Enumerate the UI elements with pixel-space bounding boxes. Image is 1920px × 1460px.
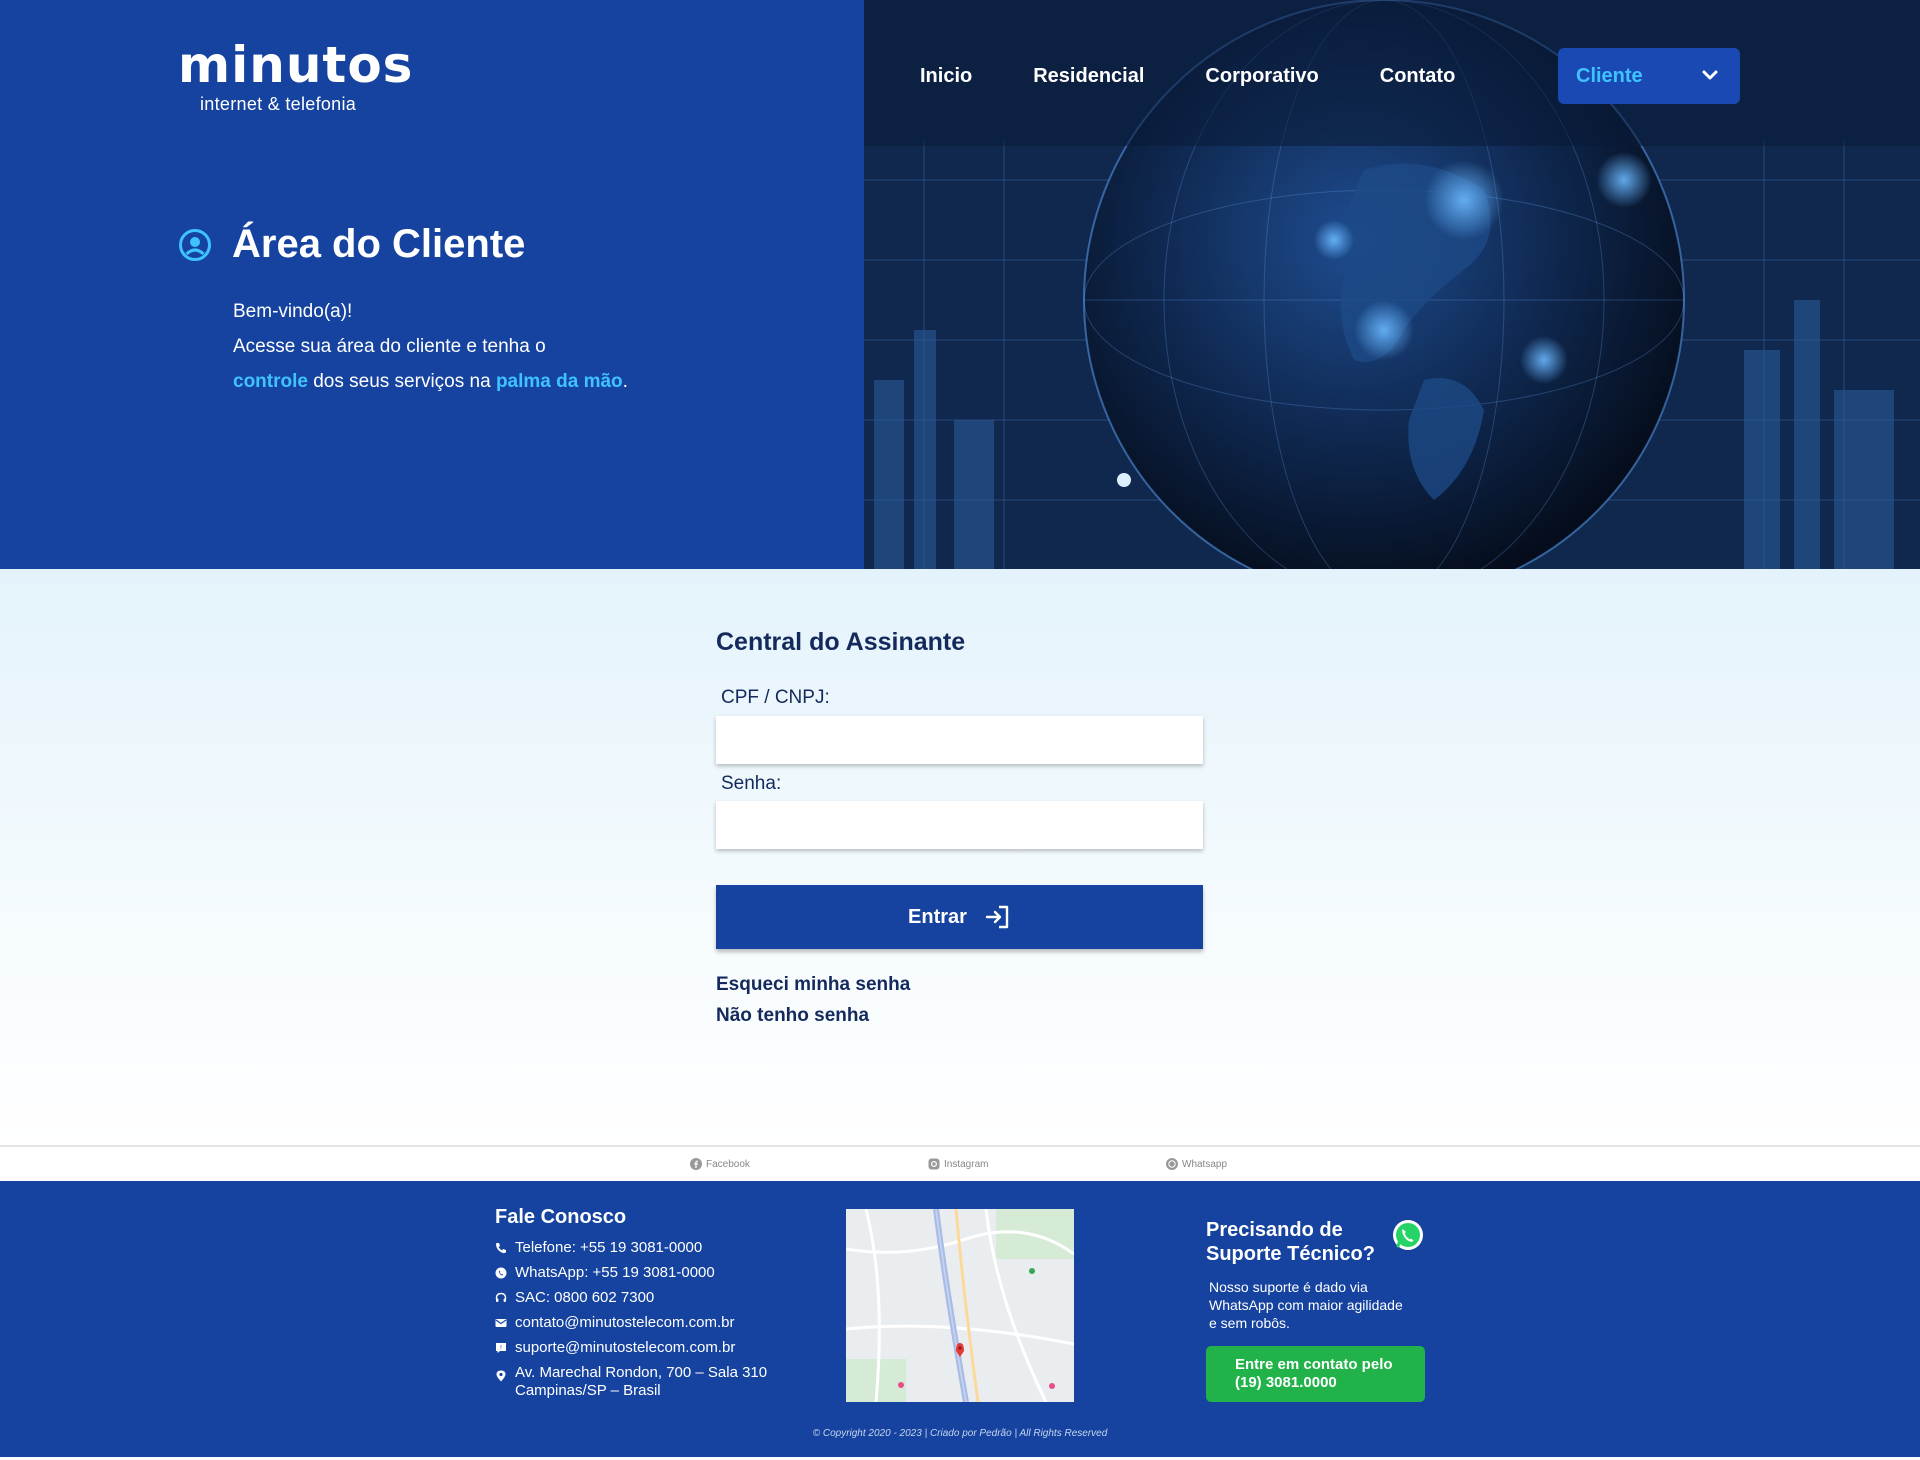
entrar-button-label: Entrar: [908, 905, 967, 928]
instagram-label: Instagram: [944, 1158, 989, 1170]
phone-icon: [495, 1243, 506, 1254]
support-chat-icon: !: [496, 1343, 506, 1353]
social-instagram[interactable]: Instagram: [928, 1158, 988, 1170]
support-contact-button[interactable]: Entre em contato pelo (19) 3081.0000: [1206, 1346, 1425, 1402]
forgot-password-link[interactable]: Esqueci minha senha: [716, 974, 910, 996]
brand-logo[interactable]: minutos internet & telefonia: [178, 36, 412, 120]
highlight-palma: palma da mão: [495, 371, 623, 392]
contact-phone-text: Telefone: +55 19 3081-0000: [515, 1239, 703, 1256]
login-arrow-icon: [985, 905, 1009, 929]
headset-icon: [495, 1292, 507, 1302]
support-button-line-1: Entre em contato pelo: [1235, 1356, 1393, 1373]
whatsapp-label: Whatsapp: [1182, 1158, 1228, 1170]
login-title: Central do Assinante: [716, 628, 966, 656]
contact-phone[interactable]: Telefone: +55 19 3081-0000: [495, 1239, 767, 1264]
nav-link-corporativo[interactable]: Corporativo: [1205, 65, 1318, 88]
social-whatsapp[interactable]: Whatsapp: [1166, 1158, 1227, 1170]
map-pin-icon: [496, 1370, 506, 1382]
contact-list: Telefone: +55 19 3081-0000 WhatsApp: +55…: [495, 1239, 767, 1404]
login-section: Central do Assinante CPF / CNPJ: Senha: …: [0, 569, 1920, 1145]
cliente-dropdown-label: Cliente: [1576, 64, 1643, 87]
logo-tagline: internet & telefonia: [200, 94, 357, 114]
user-circle-icon: [179, 228, 211, 261]
contact-email[interactable]: contato@minutostelecom.com.br: [495, 1314, 767, 1339]
entrar-button[interactable]: Entrar: [716, 885, 1203, 949]
location-map[interactable]: [846, 1209, 1074, 1402]
cpf-input[interactable]: [716, 716, 1203, 764]
support-title-line-2: Suporte Técnico?: [1206, 1243, 1375, 1265]
footer: Fale Conosco Telefone: +55 19 3081-0000 …: [0, 1181, 1920, 1460]
hero-line-mid: dos seus serviços na: [307, 371, 496, 392]
hero-line-welcome: Bem-vindo(a)!: [233, 301, 353, 322]
contact-address[interactable]: Av. Marechal Rondon, 700 – Sala 310 Camp…: [495, 1364, 767, 1404]
whatsapp-icon: [1166, 1158, 1178, 1170]
contact-sac-text: SAC: 0800 602 7300: [515, 1289, 655, 1306]
hero-line-end: .: [622, 371, 628, 392]
contact-whatsapp[interactable]: WhatsApp: +55 19 3081-0000: [495, 1264, 767, 1289]
address-line-2: Campinas/SP – Brasil: [515, 1382, 661, 1399]
address-line-1: Av. Marechal Rondon, 700 – Sala 310: [515, 1364, 768, 1381]
support-email-text: suporte@minutostelecom.com.br: [515, 1339, 736, 1356]
instagram-icon: [928, 1158, 940, 1170]
support-title: Precisando de Suporte Técnico?: [1206, 1218, 1375, 1266]
facebook-icon: [690, 1158, 702, 1170]
cliente-dropdown[interactable]: Cliente: [1558, 48, 1740, 104]
mail-icon: [495, 1319, 507, 1327]
support-title-line-1: Precisando de: [1206, 1219, 1343, 1241]
svg-text:!: !: [500, 1345, 502, 1352]
contact-whatsapp-text: WhatsApp: +55 19 3081-0000: [515, 1264, 715, 1281]
logo-wordmark: minutos: [178, 36, 414, 94]
senha-label: Senha:: [721, 773, 782, 794]
contact-sac[interactable]: SAC: 0800 602 7300: [495, 1289, 767, 1314]
hero-section: minutos internet & telefonia Inicio Resi…: [0, 0, 1920, 569]
support-button-line-2: (19) 3081.0000: [1235, 1374, 1337, 1391]
support-email[interactable]: ! suporte@minutostelecom.com.br: [495, 1339, 767, 1364]
page-title: Área do Cliente: [232, 222, 526, 266]
chevron-down-icon: [1702, 70, 1718, 80]
contact-title: Fale Conosco: [495, 1206, 627, 1228]
social-facebook[interactable]: Facebook: [690, 1158, 750, 1170]
nav-link-residencial[interactable]: Residencial: [1033, 65, 1144, 88]
senha-input[interactable]: [716, 801, 1203, 849]
contact-email-text: contato@minutostelecom.com.br: [515, 1314, 735, 1331]
hero-title-block: Área do Cliente: [178, 222, 525, 267]
hero-line-access: Acesse sua área do cliente e tenha o: [233, 336, 546, 357]
whatsapp-icon: [495, 1267, 507, 1279]
hero-line-control: controle dos seus serviços na palma da m…: [233, 364, 628, 399]
support-description: Nosso suporte é dado via WhatsApp com ma…: [1209, 1279, 1403, 1331]
main-nav: Inicio Residencial Corporativo Contato C…: [920, 48, 1740, 104]
facebook-label: Facebook: [706, 1158, 750, 1170]
nav-link-contato[interactable]: Contato: [1380, 65, 1456, 88]
copyright-text: © Copyright 2020 - 2023 | Criado por Ped…: [812, 1428, 1108, 1439]
highlight-controle: controle: [233, 371, 308, 392]
hero-intro-text: Bem-vindo(a)! Acesse sua área do cliente…: [233, 294, 628, 399]
nav-link-inicio[interactable]: Inicio: [920, 65, 972, 88]
no-password-link[interactable]: Não tenho senha: [716, 1005, 869, 1027]
map-illustration: [846, 1209, 1074, 1402]
social-strip: Facebook Instagram Whatsapp: [0, 1145, 1920, 1181]
cpf-label: CPF / CNPJ:: [721, 687, 830, 708]
whatsapp-badge-icon: [1393, 1220, 1423, 1250]
